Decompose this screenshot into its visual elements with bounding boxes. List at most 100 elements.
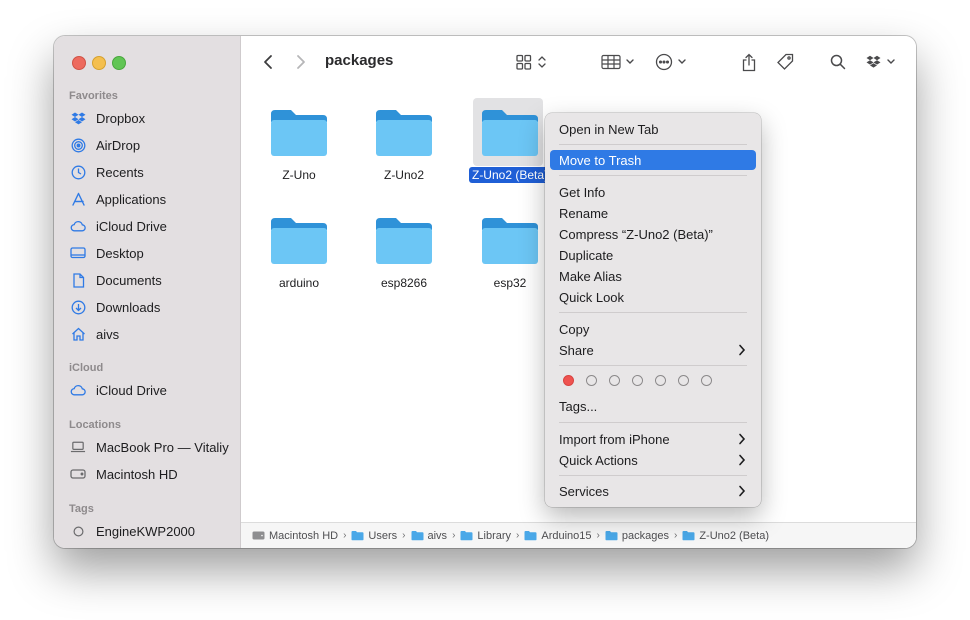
group-button[interactable] — [601, 50, 637, 74]
tag-color-red[interactable] — [563, 375, 574, 386]
forward-button[interactable] — [290, 50, 312, 74]
path-separator: › — [452, 530, 456, 541]
path-crumb-label: Arduino15 — [541, 529, 592, 542]
sidebar-item-tag-enginekwp2000[interactable]: EngineKWP2000 — [66, 520, 234, 542]
menu-item-compress[interactable]: Compress “Z-Uno2 (Beta)” — [550, 224, 756, 244]
sidebar-item-icloud-drive-2[interactable]: iCloud Drive — [66, 379, 234, 401]
menu-separator — [559, 312, 747, 313]
menu-item-copy[interactable]: Copy — [550, 319, 756, 339]
tags-button[interactable] — [774, 50, 796, 74]
menu-item-tags[interactable]: Tags... — [550, 396, 756, 416]
path-crumb-packages[interactable]: packages — [605, 530, 669, 542]
menu-item-import-from-iphone[interactable]: Import from iPhone — [550, 429, 756, 449]
sidebar-item-applications[interactable]: Applications — [66, 188, 234, 210]
chevron-right-icon — [739, 344, 746, 356]
window-title: packages — [325, 52, 394, 69]
sidebar-item-desktop[interactable]: Desktop — [66, 242, 234, 264]
folder-icon — [271, 218, 327, 264]
path-crumb-library[interactable]: Library — [460, 530, 511, 542]
share-button[interactable] — [738, 50, 760, 74]
folder-icon — [482, 218, 538, 264]
folder-icon — [351, 531, 364, 541]
path-crumb-label: Z-Uno2 (Beta) — [699, 529, 770, 542]
context-menu: Open in New Tab Move to Trash Get Info R… — [545, 113, 761, 507]
chevron-left-icon — [264, 55, 272, 69]
back-button[interactable] — [257, 50, 279, 74]
sidebar-item-label: AirDrop — [96, 137, 141, 153]
desktop-icon — [70, 245, 86, 261]
search-button[interactable] — [827, 50, 849, 74]
view-mode-button[interactable] — [515, 50, 551, 74]
tag-icon — [777, 53, 794, 70]
sidebar: Favorites Dropbox AirDrop Recents Applic… — [54, 36, 241, 548]
tag-color-none[interactable] — [586, 375, 597, 386]
sidebar-item-label: EngineKWP2000 — [96, 523, 196, 539]
menu-item-label: Import from iPhone — [559, 431, 670, 447]
sidebar-item-label: Documents — [96, 272, 162, 288]
path-crumb-arduino15[interactable]: Arduino15 — [524, 529, 592, 542]
folder-item[interactable]: Z-Uno2 — [359, 98, 449, 194]
menu-item-get-info[interactable]: Get Info — [550, 182, 756, 202]
sidebar-item-macbook[interactable]: MacBook Pro — Vitaliy — [66, 436, 234, 458]
folder-name: arduino — [278, 276, 320, 290]
ellipsis-circle-icon — [655, 53, 686, 71]
sidebar-item-aivs[interactable]: aivs — [66, 323, 234, 345]
menu-item-move-to-trash[interactable]: Move to Trash — [550, 150, 756, 170]
close-window-button[interactable] — [72, 56, 86, 70]
folder-name: esp8266 — [380, 276, 428, 290]
dropbox-toolbar-button[interactable] — [864, 50, 900, 74]
menu-separator — [559, 422, 747, 423]
path-crumb-users[interactable]: Users — [351, 530, 397, 542]
tag-color-none[interactable] — [678, 375, 689, 386]
finder-window: Favorites Dropbox AirDrop Recents Applic… — [54, 36, 916, 548]
menu-item-quick-look[interactable]: Quick Look — [550, 287, 756, 307]
locations-header: Locations — [69, 419, 121, 431]
path-crumb-macintosh-hd[interactable]: Macintosh HD — [252, 530, 338, 542]
menu-item-rename[interactable]: Rename — [550, 203, 756, 223]
document-icon — [70, 272, 86, 288]
folder-item[interactable]: esp32 — [465, 206, 555, 302]
sidebar-item-label: iCloud Drive — [96, 218, 167, 234]
action-menu-button[interactable] — [655, 50, 691, 74]
path-crumb-aivs[interactable]: aivs — [411, 530, 447, 542]
folder-item[interactable]: arduino — [254, 206, 344, 302]
sidebar-item-label: aivs — [96, 326, 120, 342]
sidebar-item-dropbox[interactable]: Dropbox — [66, 107, 234, 129]
menu-item-duplicate[interactable]: Duplicate — [550, 245, 756, 265]
tag-color-none[interactable] — [701, 375, 712, 386]
folder-item[interactable]: Z-Uno — [254, 98, 344, 194]
toolbar: packages — [241, 36, 916, 88]
folder-item[interactable]: esp8266 — [359, 206, 449, 302]
folder-item-selected[interactable]: Z-Uno2 (Beta) — [465, 98, 555, 194]
menu-item-open-new-tab[interactable]: Open in New Tab — [550, 119, 756, 139]
sidebar-item-airdrop[interactable]: AirDrop — [66, 134, 234, 156]
sidebar-item-label: Recents — [96, 164, 144, 180]
folder-icon — [376, 110, 432, 156]
sidebar-item-label: MacBook Pro — Vitaliy — [96, 439, 229, 455]
folder-name: Z-Uno — [282, 168, 316, 182]
menu-item-services[interactable]: Services — [550, 481, 756, 501]
folder-icon — [460, 531, 473, 541]
menu-item-share[interactable]: Share — [550, 340, 756, 360]
tag-color-none[interactable] — [632, 375, 643, 386]
zoom-window-button[interactable] — [112, 56, 126, 70]
sidebar-item-documents[interactable]: Documents — [66, 269, 234, 291]
path-crumb-z-uno2-beta[interactable]: Z-Uno2 (Beta) — [682, 530, 769, 542]
sidebar-item-label: Downloads — [96, 299, 161, 315]
icon-grid-icon — [516, 54, 546, 70]
folder-icon — [271, 110, 327, 156]
menu-item-make-alias[interactable]: Make Alias — [550, 266, 756, 286]
path-crumb-label: Macintosh HD — [269, 529, 339, 542]
sidebar-item-downloads[interactable]: Downloads — [66, 296, 234, 318]
minimize-window-button[interactable] — [92, 56, 106, 70]
tag-color-none[interactable] — [655, 375, 666, 386]
sidebar-item-recents[interactable]: Recents — [66, 161, 234, 183]
sidebar-item-macintosh-hd[interactable]: Macintosh HD — [66, 463, 234, 485]
chevron-right-icon — [739, 454, 746, 466]
sidebar-item-icloud-drive[interactable]: iCloud Drive — [66, 215, 234, 237]
menu-item-quick-actions[interactable]: Quick Actions — [550, 450, 756, 470]
path-separator: › — [673, 530, 678, 541]
tag-color-none[interactable] — [609, 375, 620, 386]
path-separator: › — [402, 530, 406, 541]
path-separator: › — [596, 530, 600, 541]
